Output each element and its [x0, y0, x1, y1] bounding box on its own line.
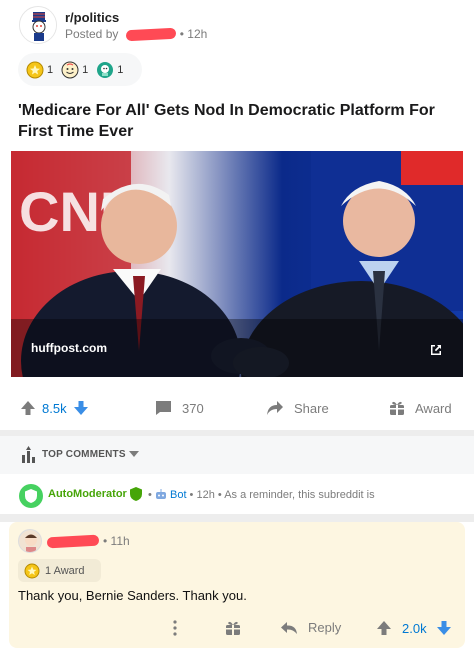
vote-count: 8.5k [42, 400, 67, 416]
post-age: 12h [187, 27, 208, 41]
comment-actions: Reply 2.0k [9, 618, 465, 642]
comment-meta: • 11h [46, 534, 130, 549]
gift-icon [226, 621, 240, 635]
downvote-icon[interactable] [73, 400, 89, 416]
post-awards[interactable]: 1 1 1 [18, 53, 142, 86]
gift-icon [390, 401, 404, 415]
award-item: 1 [61, 61, 88, 79]
comment-vote-count: 2.0k [402, 620, 427, 636]
comments-button[interactable]: 370 [155, 400, 204, 416]
share-icon [267, 401, 283, 415]
comment-award-label: 1 Award [45, 564, 85, 577]
vote-group: 8.5k [20, 400, 89, 416]
comment-count: 370 [182, 400, 204, 416]
sort-rocket-icon [22, 446, 35, 463]
link-preview-image[interactable]: CNN huffpost.com [11, 151, 463, 377]
external-link-icon[interactable] [429, 343, 443, 357]
comment-vote-group: 2.0k [376, 620, 452, 636]
more-vertical-icon [173, 620, 177, 636]
wholesome-award-icon [61, 61, 79, 78]
subreddit-name[interactable]: r/politics [65, 10, 119, 25]
post-actions: 8.5k 370 Share Award [0, 392, 474, 426]
link-domain[interactable]: huffpost.com [31, 341, 107, 355]
automod-meta: • Bot • 12h • As a reminder, this subred… [148, 489, 375, 501]
post-header: r/politics Posted by • 12h [0, 0, 474, 52]
award-label: Award [415, 400, 452, 416]
comment-award-pill[interactable]: 1 Award [18, 559, 101, 582]
chevron-down-icon [129, 451, 139, 457]
redacted-username [46, 534, 100, 549]
award-item: 1 [26, 61, 53, 79]
sort-label: TOP COMMENTS [42, 449, 126, 460]
reply-button[interactable]: Reply [280, 620, 341, 635]
redacted-username [125, 28, 176, 42]
section-divider [0, 514, 474, 522]
helpful-award-icon [97, 61, 114, 78]
automod-comment-collapsed[interactable]: AutoModerator • Bot • 12h • As a reminde… [0, 478, 474, 514]
share-button[interactable]: Share [266, 400, 329, 416]
moderator-shield-icon [130, 487, 142, 501]
comment-sort-bar[interactable]: TOP COMMENTS [0, 436, 474, 474]
upvote-icon[interactable] [376, 620, 392, 636]
downvote-icon[interactable] [436, 620, 452, 636]
highlighted-comment: • 11h 1 Award Thank you, Bernie Sanders.… [9, 522, 465, 648]
comment-award-button[interactable] [225, 620, 241, 636]
more-options-button[interactable] [173, 620, 177, 636]
commenter-avatar[interactable] [18, 529, 42, 553]
reply-icon [281, 621, 297, 634]
comment-body: Thank you, Bernie Sanders. Thank you. [18, 588, 247, 603]
gold-award-icon [26, 61, 44, 78]
automod-preview: As a reminder, this subreddit is [224, 489, 375, 501]
post-title[interactable]: 'Medicare For All' Gets Nod In Democrati… [18, 100, 458, 142]
automod-username[interactable]: AutoModerator [48, 488, 127, 500]
automod-avatar [19, 484, 43, 508]
bot-label: Bot [169, 489, 187, 501]
posted-by-line: Posted by • 12h [65, 27, 208, 42]
reply-label: Reply [308, 620, 342, 635]
award-item: 1 [96, 61, 123, 79]
subreddit-avatar[interactable] [19, 6, 57, 44]
comment-icon [156, 401, 171, 415]
automod-age: 12h [196, 489, 215, 501]
bot-icon [155, 489, 166, 499]
award-button[interactable]: Award [389, 400, 452, 416]
posted-by-label: Posted by [65, 27, 119, 41]
share-label: Share [294, 400, 329, 416]
upvote-icon[interactable] [20, 400, 36, 416]
gold-award-icon [24, 563, 40, 578]
comment-age: 11h [110, 534, 130, 548]
